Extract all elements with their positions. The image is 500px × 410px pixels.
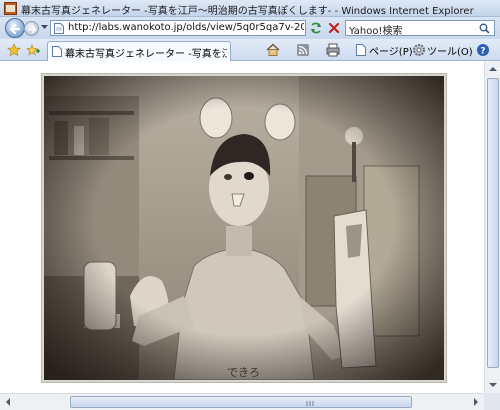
page-content: できろ xyxy=(0,61,484,393)
tab-current-page[interactable]: 幕末古写真ジェネレーター -写真を江戸～明治... xyxy=(47,41,231,61)
help-button[interactable]: ? xyxy=(476,43,496,57)
window-title: 幕末古写真ジェネレーター -写真を江戸～明治期の古写真ぽくします- - Wind… xyxy=(21,6,474,17)
horizontal-scroll-thumb[interactable] xyxy=(70,396,412,408)
aged-photo-frame: できろ xyxy=(41,73,447,383)
vertical-scroll-thumb[interactable] xyxy=(487,78,499,368)
forward-arrow-icon xyxy=(28,25,37,34)
page-menu[interactable]: ページ(P) xyxy=(354,43,413,58)
shirt-text: できろ xyxy=(227,366,260,379)
page-icon xyxy=(52,46,62,57)
print-button[interactable] xyxy=(326,43,350,57)
address-input[interactable]: http://labs.wanokoto.jp/olds/view/5q0r5q… xyxy=(50,20,306,36)
feeds-button[interactable] xyxy=(296,43,320,57)
forward-button[interactable] xyxy=(24,21,39,36)
tools-menu[interactable]: ツール(O) xyxy=(412,43,474,58)
back-arrow-icon xyxy=(9,23,21,35)
horizontal-scrollbar[interactable] xyxy=(0,393,484,410)
scroll-left-arrow-icon[interactable] xyxy=(0,394,16,410)
scroll-grip-icon xyxy=(306,401,314,406)
tab-label: 幕末古写真ジェネレーター -写真を江戸～明治... xyxy=(65,49,227,60)
vertical-scrollbar[interactable] xyxy=(484,61,500,393)
search-input[interactable]: Yahoo!検索 xyxy=(345,20,495,37)
help-icon: ? xyxy=(477,44,489,57)
aged-photo xyxy=(44,76,444,380)
command-toolbar: 幕末古写真ジェネレーター -写真を江戸～明治... ページ(P) ツ xyxy=(0,39,500,61)
page-menu-label: ページ(P) xyxy=(369,47,413,58)
window-titlebar: 幕末古写真ジェネレーター -写真を江戸～明治期の古写真ぽくします- - Wind… xyxy=(0,0,500,17)
search-provider-text: Yahoo!検索 xyxy=(349,26,403,37)
stop-icon[interactable] xyxy=(327,21,341,35)
scroll-up-arrow-icon[interactable] xyxy=(485,61,500,77)
favorites-star-icon[interactable] xyxy=(7,43,21,57)
tools-menu-label: ツール(O) xyxy=(427,47,473,58)
back-button[interactable] xyxy=(5,18,25,38)
ie-window-icon xyxy=(4,2,17,15)
home-button[interactable] xyxy=(266,43,290,57)
page-icon xyxy=(54,23,64,34)
gear-icon xyxy=(413,44,425,56)
scroll-right-arrow-icon[interactable] xyxy=(468,394,484,410)
print-icon xyxy=(326,43,340,57)
search-icon[interactable] xyxy=(479,23,490,34)
add-favorites-icon[interactable] xyxy=(26,43,40,57)
page-menu-icon xyxy=(356,44,366,56)
refresh-icon[interactable] xyxy=(309,21,323,35)
feeds-icon xyxy=(297,44,309,56)
scrollbar-corner xyxy=(484,393,500,410)
scroll-down-arrow-icon[interactable] xyxy=(485,377,500,393)
svg-text:?: ? xyxy=(480,47,485,57)
page-viewport: できろ xyxy=(0,61,500,393)
url-text: http://labs.wanokoto.jp/olds/view/5q0r5q… xyxy=(68,22,304,33)
history-dropdown-icon[interactable] xyxy=(41,25,48,30)
home-icon xyxy=(266,43,280,56)
address-toolbar: http://labs.wanokoto.jp/olds/view/5q0r5q… xyxy=(0,17,500,39)
